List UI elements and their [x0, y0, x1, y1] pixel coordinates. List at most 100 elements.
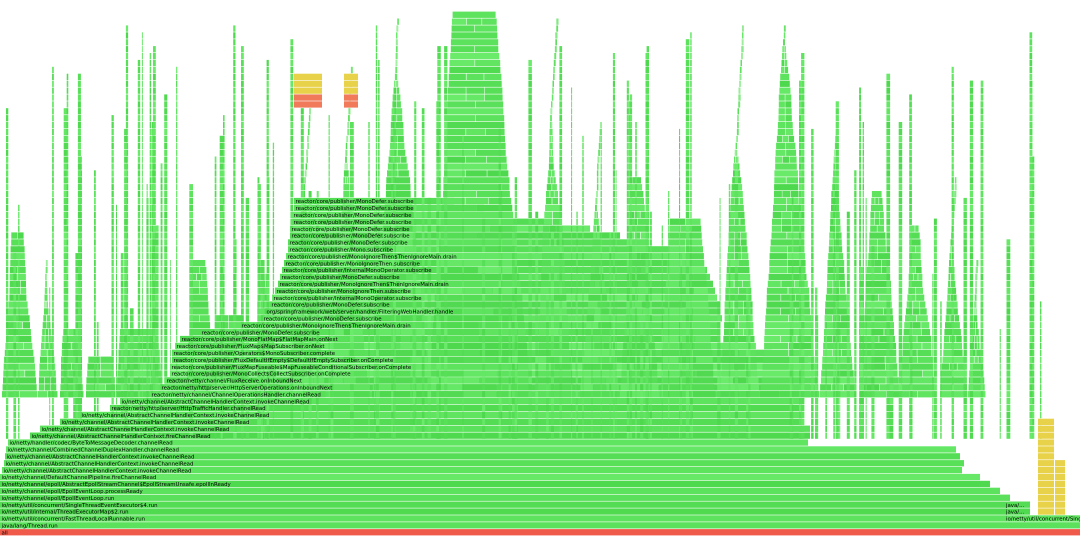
flame-frame[interactable]: [444, 418, 448, 425]
flame-frame[interactable]: [933, 391, 937, 398]
flame-frame[interactable]: [266, 225, 269, 232]
flame-frame[interactable]: [913, 273, 918, 281]
flame-frame[interactable]: [571, 329, 573, 336]
flame-frame[interactable]: [52, 135, 54, 143]
flame-frame[interactable]: [146, 356, 148, 363]
flame-frame[interactable]: [21, 287, 27, 294]
flame-frame[interactable]: [649, 322, 652, 329]
flame-frame[interactable]: [835, 177, 839, 184]
flame-frame[interactable]: [465, 170, 487, 177]
flame-frame[interactable]: [199, 287, 208, 294]
flame-frame[interactable]: [874, 260, 882, 267]
flame-frame[interactable]: [395, 80, 397, 87]
flame-frame[interactable]: [801, 349, 805, 356]
flame-frame[interactable]: [886, 108, 891, 115]
flame-frame[interactable]: [272, 239, 275, 246]
flame-frame[interactable]: [980, 342, 984, 350]
flame-frame[interactable]: [241, 266, 244, 274]
flame-frame[interactable]: [575, 404, 577, 412]
flame-frame[interactable]: [679, 329, 681, 336]
flame-frame[interactable]: [862, 211, 864, 218]
flame-frame[interactable]: [1032, 301, 1035, 308]
flame-frame[interactable]: [933, 398, 937, 405]
flame-frame[interactable]: [645, 170, 649, 177]
flame-frame[interactable]: [63, 335, 67, 343]
flame-frame[interactable]: [778, 108, 785, 115]
flame-frame[interactable]: [52, 322, 54, 329]
flame-frame[interactable]: [146, 253, 148, 260]
flame-frame[interactable]: [742, 46, 744, 53]
flame-frame[interactable]: [766, 308, 781, 315]
flame-frame[interactable]: [886, 184, 891, 191]
flame-frame[interactable]: [951, 170, 954, 177]
flame-frame[interactable]: [854, 308, 857, 315]
flame-frame[interactable]: [575, 370, 577, 377]
flame-frame[interactable]: [146, 197, 148, 205]
flame-frame[interactable]: [528, 128, 532, 136]
flame-frame[interactable]: [620, 391, 660, 398]
flame-frame[interactable]: [766, 287, 788, 294]
flame-frame[interactable]: [18, 218, 20, 225]
flame-frame[interactable]: [462, 204, 464, 212]
flame-frame[interactable]: [559, 411, 563, 419]
flame-frame[interactable]: [833, 398, 835, 405]
flame-frame[interactable]: [47, 363, 56, 370]
flame-frame[interactable]: [791, 218, 794, 225]
flame-frame[interactable]: [116, 294, 117, 301]
flame-frame[interactable]: [330, 391, 334, 398]
flame-frame[interactable]: [661, 253, 663, 260]
flame-frame[interactable]: [679, 191, 681, 198]
flame-frame[interactable]: [833, 377, 835, 384]
flame-frame[interactable]: [582, 322, 584, 329]
flame-frame[interactable]: [137, 218, 141, 225]
flame-frame[interactable]: [241, 232, 244, 239]
flame-frame[interactable]: [900, 384, 935, 391]
flame-frame[interactable]: [833, 225, 835, 232]
flame-frame[interactable]: [825, 370, 827, 377]
flame-frame[interactable]: [801, 384, 805, 391]
flame-frame[interactable]: [137, 294, 141, 301]
flame-frame[interactable]: [785, 25, 786, 32]
flame-frame[interactable]: [1032, 425, 1035, 432]
flame-frame[interactable]: [791, 301, 794, 308]
flame-frame[interactable]: [13, 370, 17, 377]
flame-frame[interactable]: [551, 122, 553, 129]
flame-frame[interactable]: [233, 273, 236, 281]
flame-frame[interactable]: [615, 411, 617, 419]
flame-frame[interactable]: [615, 425, 617, 432]
flame-frame[interactable]: [266, 287, 269, 294]
flame-frame[interactable]: [583, 356, 599, 363]
flame-frame[interactable]: [427, 260, 432, 267]
flame-frame[interactable]: [346, 149, 348, 156]
flame-frame[interactable]: [375, 156, 378, 163]
flame-frame[interactable]: [559, 322, 563, 329]
flame-frame[interactable]: [748, 287, 751, 294]
flame-frame[interactable]: [18, 418, 20, 425]
flame-frame[interactable]: [559, 73, 563, 80]
flame-frame[interactable]: [550, 266, 554, 274]
flame-frame[interactable]: [52, 287, 54, 294]
flame-frame[interactable]: [582, 135, 584, 143]
flame-frame[interactable]: [980, 135, 984, 143]
flame-frame[interactable]: [825, 391, 827, 398]
flame-frame[interactable]: [241, 170, 244, 177]
flame-frame[interactable]: [737, 115, 738, 122]
flame-frame[interactable]: [129, 335, 134, 343]
flame-frame[interactable]: [63, 342, 67, 350]
flame-frame[interactable]: [111, 398, 114, 405]
flame-frame[interactable]: [835, 253, 839, 260]
flame-frame[interactable]: [582, 170, 584, 177]
flame-frame[interactable]: [886, 322, 891, 329]
flame-frame[interactable]: [18, 204, 20, 212]
flame-frame[interactable]: [685, 197, 690, 205]
flame-frame[interactable]: [615, 280, 617, 287]
flame-frame[interactable]: [395, 66, 397, 74]
flame-frame[interactable]: [917, 356, 933, 363]
flame-frame[interactable]: [300, 128, 304, 136]
flame-frame[interactable]: [952, 335, 954, 343]
flame-frame[interactable]: [909, 115, 912, 122]
flame-frame[interactable]: [146, 301, 148, 308]
flame-frame[interactable]: [870, 211, 875, 218]
flame-frame[interactable]: [801, 342, 805, 350]
flame-frame[interactable]: [645, 246, 649, 253]
